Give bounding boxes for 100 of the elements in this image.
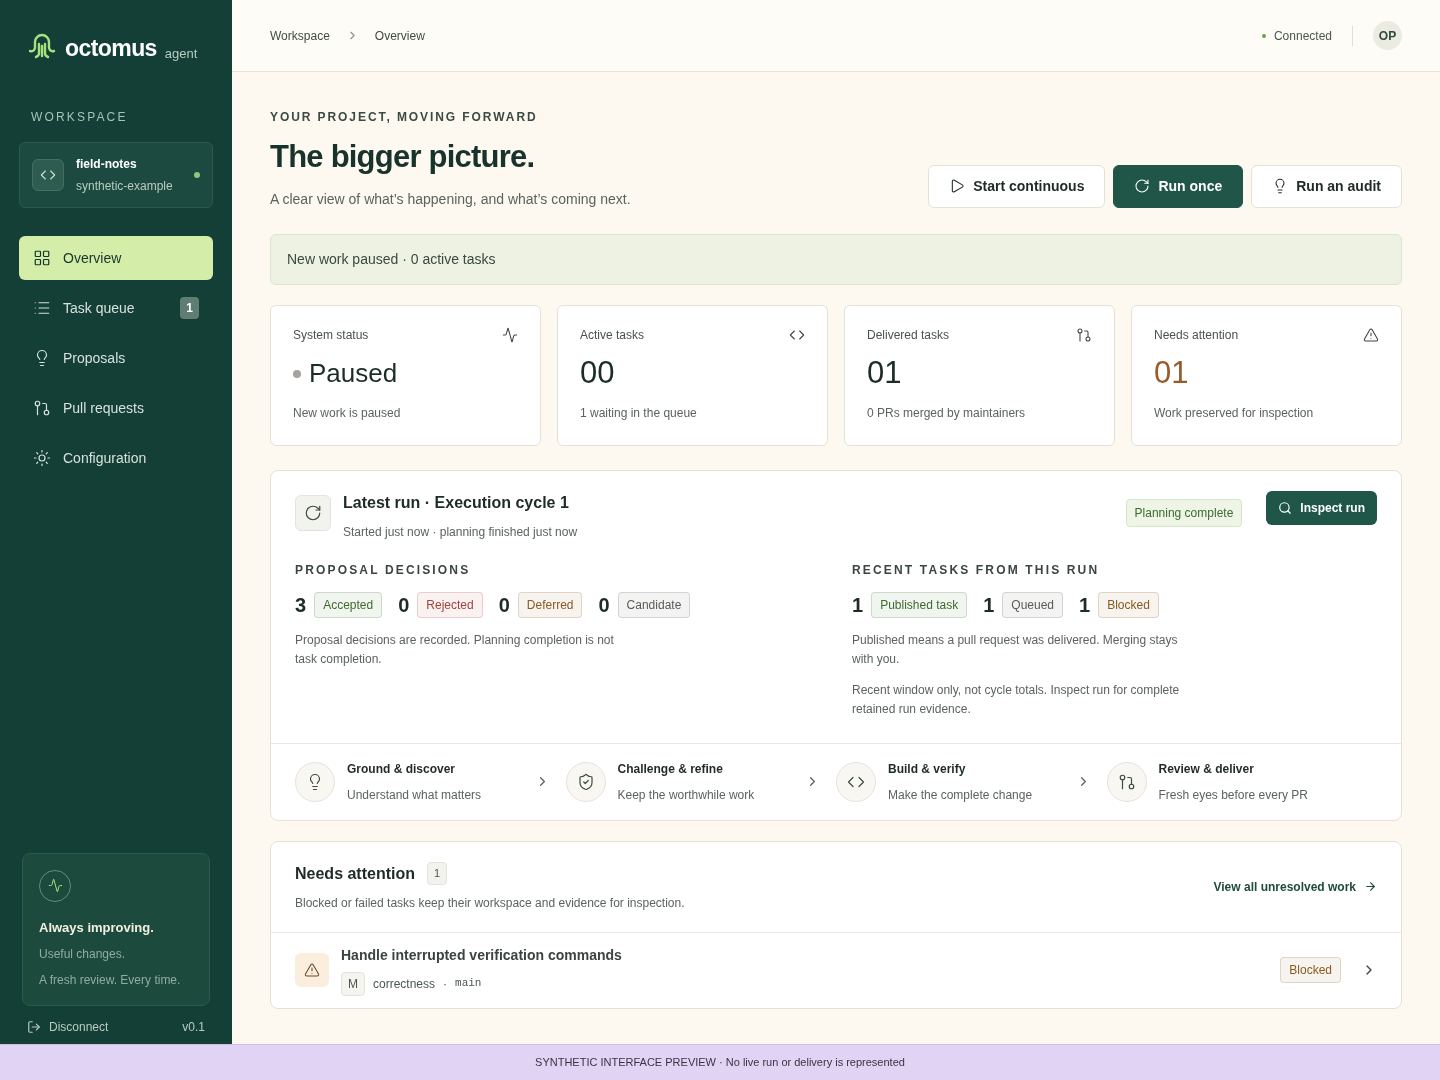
arrow-right-icon [1364,880,1377,893]
stat-label: System status [293,326,369,344]
refresh-icon [304,503,322,522]
shield-check-icon [576,772,595,791]
page-title: The bigger picture. [270,138,536,176]
promo-text: Useful changes. [39,946,127,963]
promo-title: Always improving. [39,918,155,937]
search-icon [1278,500,1293,515]
eyebrow-text: YOUR PROJECT, MOVING FORWARD [270,109,539,126]
explanation-text: Recent window only, not cycle totals. Inspect run for complete retained run evidence. [852,681,1181,718]
stat-label: Delivered tasks [867,326,950,344]
stat-label: Needs attention [1154,326,1239,344]
code-icon [40,167,56,183]
notice-banner: New work paused · 0 active tasks [270,233,1402,285]
count-badge: 1 [180,297,199,319]
nav-item[interactable]: Overview [19,236,213,280]
task-title: Handle interrupted verification commands [341,945,623,965]
disconnect-link[interactable]: Disconnect [49,1018,175,1036]
count-number: 0 [598,592,610,618]
count-badge: 1 [427,862,448,885]
workspace-name: field-notes [76,156,138,173]
grid-icon [33,249,51,267]
count-number: 1 [1079,592,1091,618]
workspace-subtitle: synthetic-example [76,178,174,195]
play-icon [949,178,966,194]
action-button[interactable]: Run once [1113,164,1244,208]
status-tag: Blocked [1098,591,1159,618]
pulse-icon [47,878,63,893]
stage-title: Ground & discover [347,760,457,778]
branch-name: main [455,976,482,992]
stat-value: 00 [580,354,615,393]
count-number: 1 [852,592,864,618]
stage-title: Challenge & refine [617,760,724,778]
breadcrumb-link[interactable]: Workspace [270,26,330,45]
nav-item[interactable]: Pull requests [19,386,213,430]
explanation-text: Published means a pull request was delivered. Merging stays with you. [852,631,1179,668]
stage-subtitle: Keep the worthwhile work [617,786,756,804]
connection-status: Connected [1273,27,1332,45]
section-heading: PROPOSAL DECISIONS [295,561,472,579]
pull-request-icon [1117,772,1136,791]
stage-subtitle: Fresh eyes before every PR [1158,786,1309,804]
section-title: Needs attention [295,863,415,884]
nav-item[interactable]: Configuration [19,436,213,480]
stat-note: Work preserved for inspection [1154,404,1315,422]
status-tag: Planning complete [1125,498,1243,527]
count-number: 1 [983,592,995,618]
task-category: correctness [373,975,436,993]
sun-icon [33,449,51,467]
promo-text: A fresh review. Every time. [39,972,182,989]
status-tag: Published task [871,591,968,618]
stat-note: New work is paused [293,404,402,422]
brand-name: octomus [65,37,157,60]
run-title: Latest run · Execution cycle 1 [343,492,570,513]
pull-request-icon [1076,326,1092,343]
status-tag: Candidate [617,591,691,618]
status-tag: Deferred [517,591,583,618]
run-subtitle: Started just now · planning finished just now [343,523,579,541]
warning-icon [304,962,320,978]
pulse-icon [502,326,518,343]
octopus-logo-icon [27,32,57,60]
count-number: 0 [498,592,510,618]
section-heading: RECENT TASKS FROM THIS RUN [852,561,1101,579]
action-button[interactable]: Start continuous [928,164,1106,208]
attention-row[interactable]: Handle interrupted verification commands M correctness · main Blocked [271,932,1401,1008]
page-subtitle: A clear view of what’s happening, and what’s coming next. [270,189,632,209]
pull-request-icon [33,399,51,417]
status-tag: Queued [1002,591,1063,618]
count-number: 0 [398,592,410,618]
list-icon [33,299,51,317]
stat-value: 01 [867,354,902,393]
workspace-card[interactable]: field-notes synthetic-example [19,142,213,208]
inspect-run-button[interactable]: Inspect run [1266,490,1377,525]
breadcrumb-link[interactable]: Overview [374,26,425,45]
status-tag: Rejected [417,591,483,618]
user-avatar[interactable]: OP [1373,21,1402,50]
nav-item[interactable]: Task queue 1 [19,286,213,330]
section-label: WORKSPACE [30,109,129,126]
count-number: 3 [295,592,307,618]
status-tag: Accepted [314,591,383,618]
warning-icon [1363,326,1379,343]
nav-item[interactable]: Proposals [19,336,213,380]
stage-title: Build & verify [888,760,967,778]
separator-dot: · [443,975,448,993]
brand-suffix: agent [164,47,198,60]
stat-note: 0 PRs merged by maintainers [867,404,1027,422]
stat-note: 1 waiting in the queue [580,404,698,422]
stage-subtitle: Understand what matters [347,786,483,804]
preview-banner: SYNTHETIC INTERFACE PREVIEW · No live run or delivery is represented [0,1044,1440,1080]
size-tag: M [341,971,365,996]
view-all-link[interactable]: View all unresolved work [1213,877,1377,896]
status-tag: Blocked [1280,957,1341,983]
stat-label: Active tasks [580,326,645,344]
logout-icon [27,1020,41,1034]
explanation-text: Proposal decisions are recorded. Planning completion is not task completion. [295,631,615,668]
stat-value: Paused [309,357,398,390]
refresh-icon [1134,178,1151,194]
section-subtitle: Blocked or failed tasks keep their workspace and evidence for inspection. [295,894,686,912]
action-button[interactable]: Run an audit [1251,164,1402,208]
stage-subtitle: Make the complete change [888,786,1034,804]
stage-title: Review & deliver [1158,760,1255,778]
